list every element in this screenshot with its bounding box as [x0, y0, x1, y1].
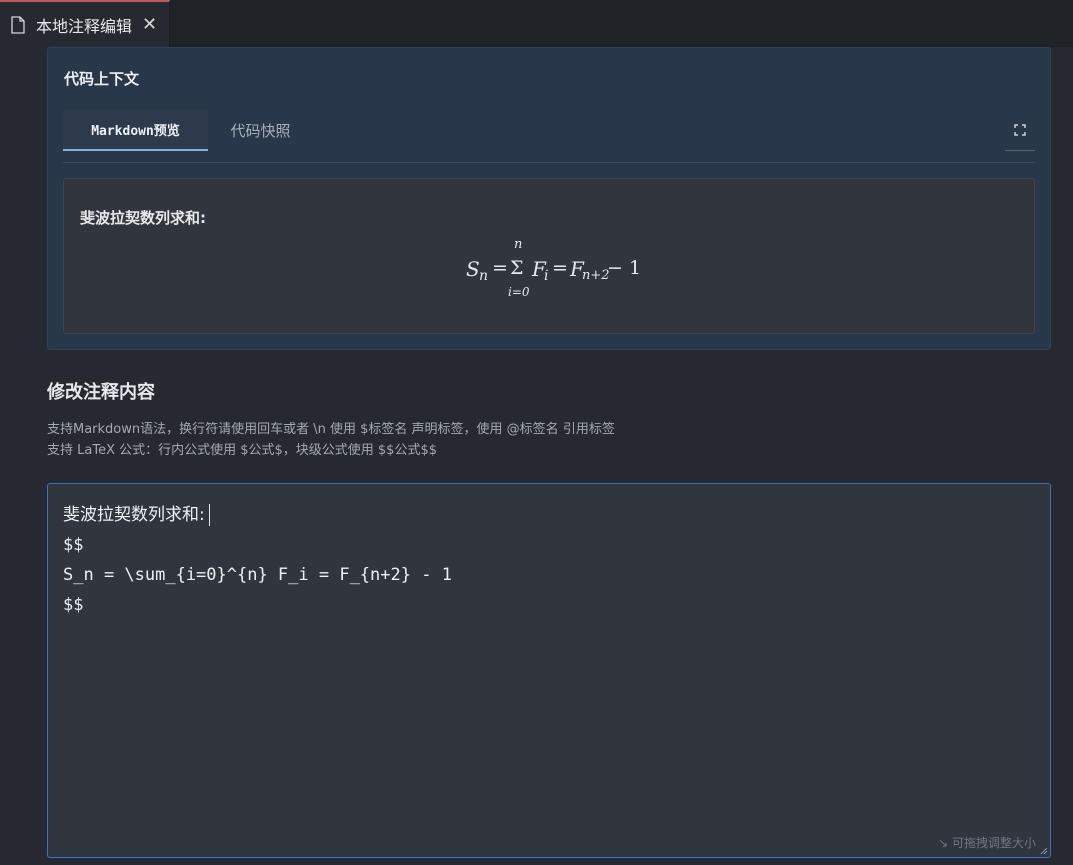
close-icon[interactable]: ✕: [142, 15, 157, 34]
code-context-panel: 代码上下文 Markdown预览 代码快照 斐波拉契数列求和: S n = n …: [47, 47, 1051, 350]
edit-section-title: 修改注释内容: [47, 382, 155, 403]
formula-term-sub: i: [544, 268, 549, 284]
formula-rhs-sub: n+2: [582, 268, 610, 283]
formula-sum-lower: i=0: [508, 285, 530, 299]
editor-content[interactable]: 斐波拉契数列求和: $$ S_n = \sum_{i=0}^{n} F_i = …: [63, 500, 452, 620]
tab-code-snapshot[interactable]: 代码快照: [213, 110, 308, 151]
preview-text: 斐波拉契数列求和:: [80, 209, 206, 227]
formula-lhs-sub: n: [479, 268, 489, 284]
tab-bar: 本地注释编辑 ✕: [0, 0, 1073, 47]
latex-formula: S n = n Σ i=0 F i = F n+2 − 1: [466, 237, 642, 299]
syntax-hint: 支持Markdown语法，换行符请使用回车或者 \n 使用 $标签名 声明标签，…: [47, 422, 615, 437]
latex-hint: 支持 LaTeX 公式：行内公式使用 $公式$，块级公式使用 $$公式$$: [47, 443, 438, 458]
formula-lhs: S: [466, 257, 480, 281]
document-icon: [11, 15, 25, 34]
editor-line: S_n = \sum_{i=0}^{n} F_i = F_{n+2} - 1: [63, 565, 452, 585]
text-caret: [208, 504, 210, 526]
formula-sum-symbol: Σ: [510, 257, 524, 279]
context-title: 代码上下文: [64, 70, 140, 88]
formula-tail: − 1: [607, 257, 642, 279]
editor-line: 斐波拉契数列求和:: [63, 500, 452, 530]
editor-line: $$: [63, 595, 84, 615]
tab-label: 本地注释编辑: [36, 16, 133, 36]
expand-icon: [1014, 124, 1026, 136]
resize-hint: ↘ 可拖拽调整大小: [938, 836, 1036, 850]
tab-markdown-preview[interactable]: Markdown预览: [63, 110, 208, 151]
expand-button[interactable]: [1005, 110, 1035, 151]
editor-tab[interactable]: 本地注释编辑 ✕: [0, 0, 170, 47]
formula-sum-upper: n: [514, 237, 523, 252]
editor-line: $$: [63, 535, 84, 555]
context-tabs: Markdown预览 代码快照: [63, 110, 1035, 163]
comment-editor[interactable]: 斐波拉契数列求和: $$ S_n = \sum_{i=0}^{n} F_i = …: [47, 483, 1051, 858]
markdown-preview: 斐波拉契数列求和: S n = n Σ i=0 F i = F n+2 − 1: [63, 178, 1035, 334]
resize-grip-icon[interactable]: [1038, 845, 1048, 855]
